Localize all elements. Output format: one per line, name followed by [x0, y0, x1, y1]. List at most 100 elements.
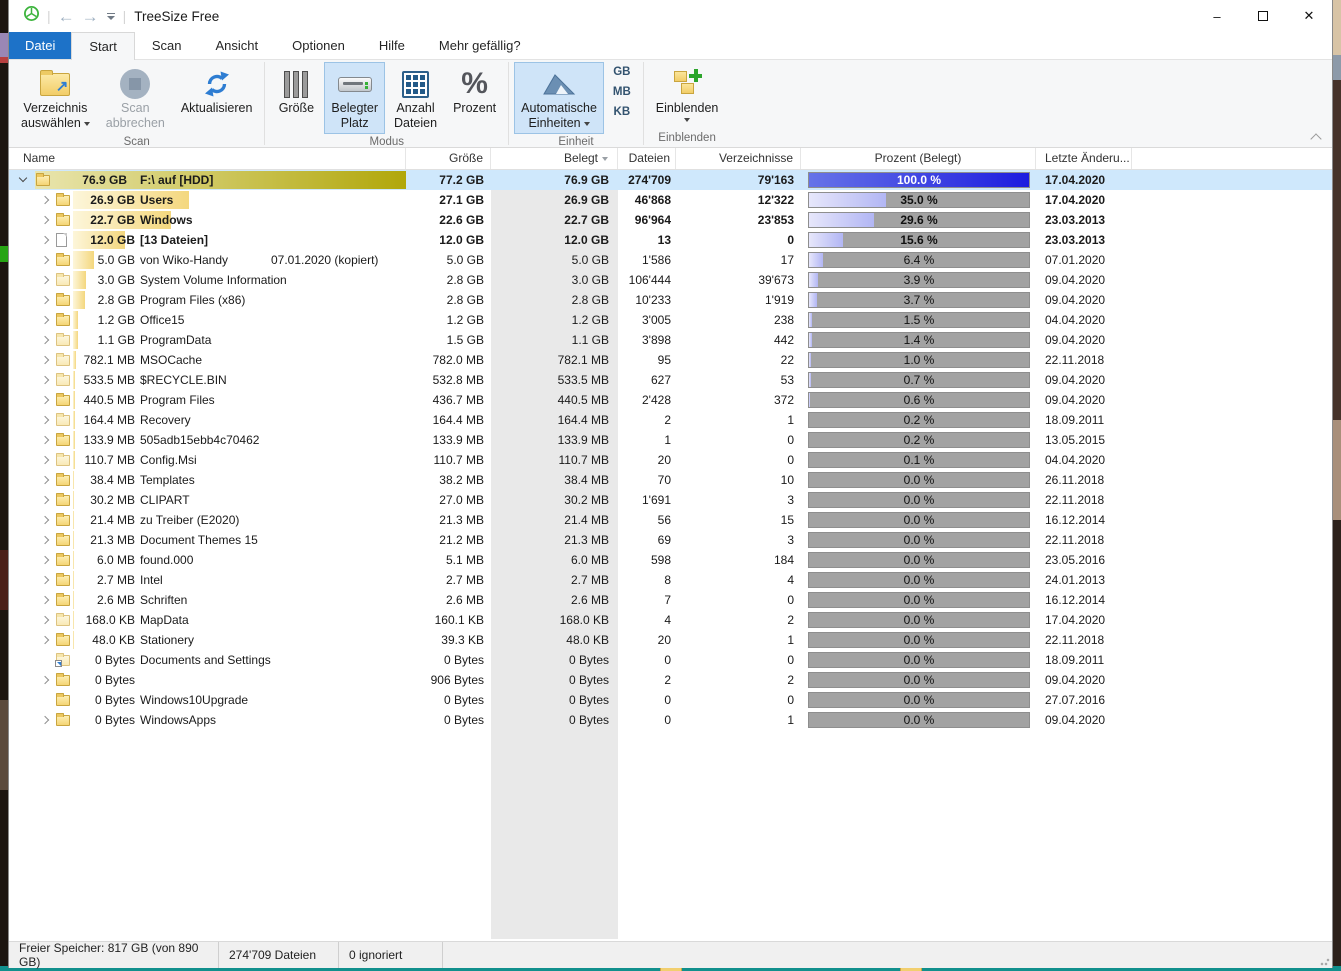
- table-row[interactable]: 2.6 MBSchriften2.6 MB2.6 MB700.0 %16.12.…: [9, 590, 1332, 610]
- expand-chevron-icon[interactable]: [41, 476, 49, 484]
- expand-chevron-icon[interactable]: [41, 416, 49, 424]
- expand-chevron-icon[interactable]: [41, 716, 49, 724]
- tab-hilfe[interactable]: Hilfe: [362, 32, 422, 59]
- table-header: Name Größe Belegt Dateien Verzeichnisse …: [9, 148, 1332, 170]
- column-header-groesse[interactable]: Größe: [406, 148, 491, 169]
- unit-mb-button[interactable]: MB: [605, 82, 639, 102]
- expand-chevron-icon[interactable]: [41, 556, 49, 564]
- forward-arrow-icon[interactable]: →: [82, 8, 99, 25]
- auto-units-button[interactable]: Automatische Einheiten: [514, 62, 604, 134]
- collapse-chevron-icon[interactable]: [19, 174, 27, 182]
- expand-chevron-icon[interactable]: [41, 536, 49, 544]
- table-row[interactable]: 22.7 GBWindows22.6 GB22.7 GB96'96423'853…: [9, 210, 1332, 230]
- table-row[interactable]: 1.2 GBOffice151.2 GB1.2 GB3'0052381.5 %0…: [9, 310, 1332, 330]
- unit-gb-button[interactable]: GB: [605, 62, 639, 82]
- expand-chevron-icon[interactable]: [41, 196, 49, 204]
- table-row[interactable]: 26.9 GBUsers27.1 GB26.9 GB46'86812'32235…: [9, 190, 1332, 210]
- table-row[interactable]: 0 BytesWindowsApps0 Bytes0 Bytes010.0 %0…: [9, 710, 1332, 730]
- expand-chevron-icon[interactable]: [41, 516, 49, 524]
- expand-chevron-icon[interactable]: [41, 576, 49, 584]
- expand-chevron-icon[interactable]: [41, 296, 49, 304]
- expand-chevron-icon[interactable]: [41, 436, 49, 444]
- expand-chevron-icon[interactable]: [41, 636, 49, 644]
- cell-belegt: 3.0 GB: [491, 270, 618, 290]
- column-header-letzte-aenderung[interactable]: Letzte Änderu...: [1036, 148, 1132, 169]
- table-row[interactable]: 76.9 GBF:\ auf [HDD]77.2 GB76.9 GB274'70…: [9, 170, 1332, 190]
- table-row[interactable]: 5.0 GBvon Wiko-Handy07.01.2020 (kopiert)…: [9, 250, 1332, 270]
- quick-access-dropdown-icon[interactable]: [106, 12, 116, 21]
- table-row[interactable]: 168.0 KBMapData160.1 KB168.0 KB420.0 %17…: [9, 610, 1332, 630]
- refresh-button[interactable]: Aktualisieren: [174, 62, 260, 119]
- table-row[interactable]: 0 Bytes906 Bytes0 Bytes220.0 %09.04.2020: [9, 670, 1332, 690]
- show-columns-button[interactable]: Einblenden: [649, 62, 726, 125]
- expand-chevron-icon[interactable]: [41, 596, 49, 604]
- table-row[interactable]: 0 BytesWindows10Upgrade0 Bytes0 Bytes000…: [9, 690, 1332, 710]
- column-header-belegt[interactable]: Belegt: [491, 148, 618, 169]
- table-row[interactable]: 782.1 MBMSOCache782.0 MB782.1 MB95221.0 …: [9, 350, 1332, 370]
- back-arrow-icon[interactable]: ←: [58, 8, 75, 25]
- table-row[interactable]: 440.5 MBProgram Files436.7 MB440.5 MB2'4…: [9, 390, 1332, 410]
- resize-grip[interactable]: [1320, 956, 1330, 966]
- table-row[interactable]: 533.5 MB$RECYCLE.BIN532.8 MB533.5 MB6275…: [9, 370, 1332, 390]
- table-row[interactable]: 133.9 MB505adb15ebb4c70462133.9 MB133.9 …: [9, 430, 1332, 450]
- minimize-button[interactable]: –: [1194, 0, 1240, 32]
- select-directory-button[interactable]: ↗ Verzeichnis auswählen: [14, 62, 97, 134]
- column-header-dateien[interactable]: Dateien: [618, 148, 676, 169]
- tab-optionen[interactable]: Optionen: [275, 32, 362, 59]
- column-header-verzeichnisse[interactable]: Verzeichnisse: [676, 148, 801, 169]
- tab-scan[interactable]: Scan: [135, 32, 199, 59]
- cell-belegt: 6.0 MB: [491, 550, 618, 570]
- group-label-einblenden: Einblenden: [648, 130, 727, 147]
- table-row[interactable]: 6.0 MBfound.0005.1 MB6.0 MB5981840.0 %23…: [9, 550, 1332, 570]
- table-row[interactable]: 48.0 KBStationery39.3 KB48.0 KB2010.0 %2…: [9, 630, 1332, 650]
- expand-chevron-icon[interactable]: [41, 356, 49, 364]
- expand-chevron-icon[interactable]: [41, 376, 49, 384]
- tab-ansicht[interactable]: Ansicht: [198, 32, 275, 59]
- table-row[interactable]: 164.4 MBRecovery164.4 MB164.4 MB210.2 %1…: [9, 410, 1332, 430]
- cell-verzeichnisse: 17: [676, 250, 801, 270]
- expand-chevron-icon[interactable]: [41, 216, 49, 224]
- expand-chevron-icon[interactable]: [41, 616, 49, 624]
- mode-percent-button[interactable]: % Prozent: [446, 62, 503, 119]
- table-row[interactable]: 110.7 MBConfig.Msi110.7 MB110.7 MB2000.1…: [9, 450, 1332, 470]
- column-header-name[interactable]: Name: [9, 148, 406, 169]
- close-button[interactable]: ✕: [1286, 0, 1332, 32]
- table-row[interactable]: 21.3 MBDocument Themes 1521.2 MB21.3 MB6…: [9, 530, 1332, 550]
- expand-chevron-icon[interactable]: [41, 676, 49, 684]
- expand-chevron-icon[interactable]: [41, 256, 49, 264]
- mode-allocated-button[interactable]: Belegter Platz: [324, 62, 385, 134]
- expand-chevron-icon[interactable]: [41, 496, 49, 504]
- tab-datei[interactable]: Datei: [9, 32, 71, 59]
- row-size-label: 1.2 GB: [67, 310, 135, 330]
- tab-start[interactable]: Start: [71, 32, 134, 60]
- table-row[interactable]: 3.0 GBSystem Volume Information2.8 GB3.0…: [9, 270, 1332, 290]
- expand-chevron-icon[interactable]: [41, 316, 49, 324]
- table-row[interactable]: 2.7 MBIntel2.7 MB2.7 MB840.0 %24.01.2013: [9, 570, 1332, 590]
- mode-filecount-button[interactable]: Anzahl Dateien: [387, 62, 444, 134]
- expand-chevron-icon[interactable]: [41, 276, 49, 284]
- percent-label: 0.0 %: [809, 693, 1029, 708]
- table-row[interactable]: 0 BytesDocuments and Settings0 Bytes0 By…: [9, 650, 1332, 670]
- cell-letzte-aenderung: 04.04.2020: [1036, 450, 1132, 470]
- table-row[interactable]: 1.1 GBProgramData1.5 GB1.1 GB3'8984421.4…: [9, 330, 1332, 350]
- table-row[interactable]: 30.2 MBCLIPART27.0 MB30.2 MB1'69130.0 %2…: [9, 490, 1332, 510]
- expand-chevron-icon[interactable]: [41, 336, 49, 344]
- mode-size-button[interactable]: Größe: [270, 62, 322, 119]
- unit-kb-button[interactable]: KB: [605, 102, 639, 122]
- cell-dateien: 106'444: [618, 270, 676, 290]
- column-header-prozent[interactable]: Prozent (Belegt): [801, 148, 1036, 169]
- cell-prozent: 1.0 %: [801, 350, 1036, 370]
- cell-verzeichnisse: 1: [676, 410, 801, 430]
- table-row[interactable]: 38.4 MBTemplates38.2 MB38.4 MB70100.0 %2…: [9, 470, 1332, 490]
- table-row[interactable]: 2.8 GBProgram Files (x86)2.8 GB2.8 GB10'…: [9, 290, 1332, 310]
- expand-chevron-icon[interactable]: [41, 396, 49, 404]
- cell-groesse: 27.1 GB: [406, 190, 491, 210]
- percent-bar: 0.0 %: [808, 472, 1030, 488]
- table-row[interactable]: 12.0 GB[13 Dateien]12.0 GB12.0 GB13015.6…: [9, 230, 1332, 250]
- maximize-button[interactable]: [1240, 0, 1286, 32]
- table-row[interactable]: 21.4 MBzu Treiber (E2020)21.3 MB21.4 MB5…: [9, 510, 1332, 530]
- expand-chevron-icon[interactable]: [41, 236, 49, 244]
- collapse-ribbon-icon[interactable]: [1310, 133, 1324, 143]
- tab-mehr-gefaellig[interactable]: Mehr gefällig?: [422, 32, 538, 59]
- expand-chevron-icon[interactable]: [41, 456, 49, 464]
